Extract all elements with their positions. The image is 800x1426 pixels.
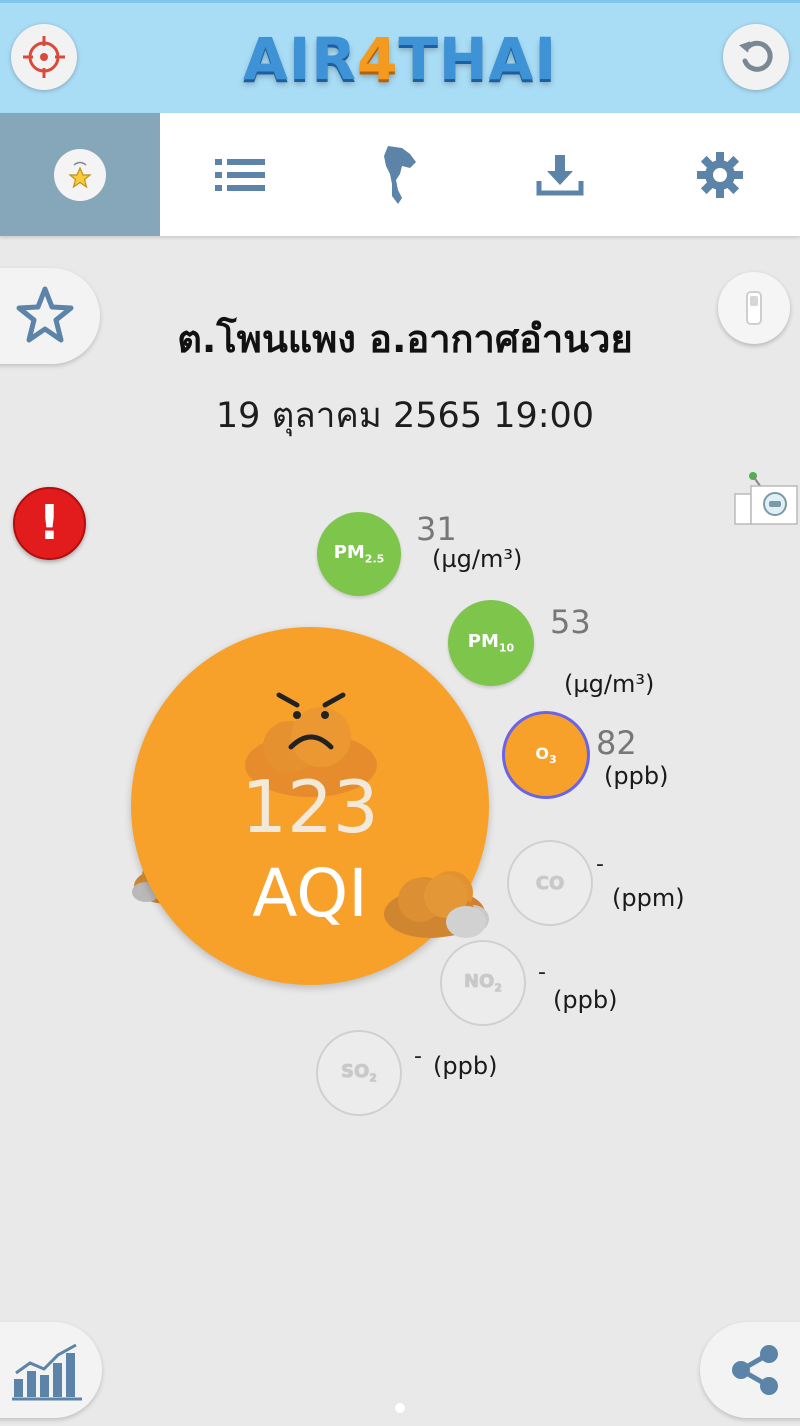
pm10-value: 53 — [550, 603, 591, 641]
so2-value: - — [414, 1044, 422, 1069]
alert-button[interactable]: ! — [13, 487, 86, 560]
pm25-bubble[interactable]: PM2.5 — [317, 512, 401, 596]
logo-four: 4 — [357, 25, 399, 93]
no2-unit: (ppb) — [553, 986, 618, 1014]
co-value: - — [596, 852, 604, 877]
so2-bubble[interactable]: SO2 — [316, 1030, 402, 1116]
tab-favorites[interactable] — [0, 113, 160, 236]
measurement-datetime: 19 ตุลาคม 2565 19:00 — [215, 396, 595, 436]
no2-label-sub: 2 — [494, 981, 503, 995]
pm10-bubble[interactable]: PM10 — [448, 600, 534, 686]
download-icon — [536, 154, 584, 195]
pm25-label-main: PM — [333, 542, 365, 564]
locate-icon — [23, 36, 65, 78]
refresh-button[interactable] — [723, 24, 789, 90]
pm10-label: PM10 — [468, 631, 514, 655]
pm25-value: 31 — [416, 510, 457, 548]
cloud-icon — [384, 874, 486, 938]
bar-chart-icon — [12, 1343, 82, 1401]
tab-bar — [0, 113, 800, 236]
app-logo: AIR4THAI — [240, 23, 560, 95]
pm10-label-main: PM — [467, 631, 499, 653]
app-header: AIR4THAI — [0, 0, 800, 113]
list-icon — [215, 158, 265, 191]
tab-settings[interactable] — [640, 113, 800, 236]
monitoring-station-icon[interactable] — [733, 468, 799, 526]
aqi-value: 123 — [241, 765, 379, 849]
pm10-label-sub: 10 — [498, 641, 515, 655]
o3-bubble[interactable]: O3 — [502, 711, 590, 799]
tab-map[interactable] — [320, 113, 480, 236]
gear-icon — [697, 151, 743, 198]
co-bubble[interactable]: CO — [507, 840, 593, 926]
no2-bubble[interactable]: NO2 — [440, 940, 526, 1026]
co-label: CO — [536, 873, 565, 894]
pm25-unit: (µg/m³) — [432, 545, 523, 573]
thailand-map-icon — [384, 145, 416, 204]
logo-air: AIR — [242, 25, 358, 93]
pm10-unit: (µg/m³) — [564, 670, 655, 698]
so2-label-sub: 2 — [369, 1071, 377, 1085]
page-indicator-dot — [395, 1403, 405, 1413]
tab-download[interactable] — [480, 113, 640, 236]
pm25-label-sub: 2.5 — [364, 552, 385, 566]
o3-value: 82 — [596, 724, 637, 762]
o3-label: O3 — [535, 744, 556, 766]
so2-unit: (ppb) — [433, 1052, 498, 1080]
station-name: ต.โพนแพง อ.อากาศอำนวย — [177, 317, 633, 361]
no2-label-main: NO — [463, 971, 495, 993]
exclamation-icon: ! — [38, 495, 61, 551]
o3-label-main: O — [535, 743, 549, 763]
share-icon — [732, 1345, 778, 1395]
favorite-badge — [54, 148, 106, 201]
so2-label: SO2 — [341, 1061, 377, 1085]
so2-label-main: SO — [341, 1061, 370, 1083]
co-unit: (ppm) — [612, 884, 685, 912]
no2-value: - — [538, 960, 546, 985]
chart-button[interactable] — [0, 1322, 102, 1418]
o3-label-sub: 3 — [548, 753, 557, 767]
co-label-main: CO — [535, 872, 565, 894]
no2-label: NO2 — [464, 971, 502, 995]
tab-list[interactable] — [160, 113, 320, 236]
share-button[interactable] — [700, 1322, 800, 1418]
refresh-icon — [738, 40, 773, 72]
favorite-icon — [68, 161, 92, 188]
logo-thai: THAI — [398, 25, 558, 93]
locate-button[interactable] — [11, 24, 77, 90]
pm25-label: PM2.5 — [334, 542, 385, 566]
o3-unit: (ppb) — [604, 762, 669, 790]
